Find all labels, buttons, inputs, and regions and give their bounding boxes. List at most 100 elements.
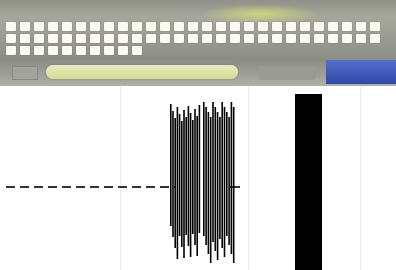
- toolbar-key[interactable]: [160, 34, 170, 43]
- toolbar-key[interactable]: [342, 22, 352, 31]
- waveform-stroke: [187, 106, 190, 246]
- waveform-stroke: [212, 102, 214, 242]
- toolbar-key[interactable]: [202, 22, 212, 31]
- toolbar-key[interactable]: [20, 46, 30, 55]
- toolbar-key[interactable]: [370, 22, 380, 31]
- toolbar-key[interactable]: [174, 22, 184, 31]
- waveform-stroke: [223, 107, 226, 257]
- toolbar-key[interactable]: [188, 34, 198, 43]
- waveform-stroke: [230, 102, 233, 254]
- waveform-stroke: [221, 102, 223, 248]
- toolbar-key[interactable]: [34, 34, 44, 43]
- tab-active[interactable]: [326, 60, 396, 84]
- toolbar-key[interactable]: [314, 34, 324, 43]
- toolbar-key[interactable]: [132, 22, 142, 31]
- toolbar-key[interactable]: [146, 34, 156, 43]
- waveform-stroke: [207, 112, 210, 254]
- toolbar-key[interactable]: [300, 34, 310, 43]
- waveform-stroke: [189, 113, 192, 257]
- toolbar-key[interactable]: [202, 34, 212, 43]
- toolbar-key[interactable]: [62, 46, 72, 55]
- waveform-stroke: [181, 121, 183, 247]
- toolbar-key[interactable]: [230, 34, 240, 43]
- tab-highlighted[interactable]: [46, 65, 238, 79]
- key-strip: [6, 22, 390, 55]
- waveform-solid-bar: [295, 94, 322, 270]
- toolbar-key[interactable]: [286, 22, 296, 31]
- toolbar-key[interactable]: [244, 22, 254, 31]
- toolbar-key[interactable]: [48, 46, 58, 55]
- toolbar-key[interactable]: [104, 34, 114, 43]
- waveform-stroke: [226, 112, 228, 236]
- toolbar: [0, 0, 396, 58]
- toolbar-key[interactable]: [20, 34, 30, 43]
- toolbar-key[interactable]: [258, 34, 268, 43]
- toolbar-key[interactable]: [76, 22, 86, 31]
- waveform-stroke: [174, 118, 176, 248]
- toolbar-key[interactable]: [118, 22, 128, 31]
- waveform-stroke: [172, 111, 174, 237]
- toolbar-key[interactable]: [76, 46, 86, 55]
- toolbar-key[interactable]: [300, 22, 310, 31]
- toolbar-key[interactable]: [132, 46, 142, 55]
- waveform-stroke: [170, 104, 172, 226]
- toolbar-key[interactable]: [90, 22, 100, 31]
- waveform-stroke: [183, 110, 185, 258]
- waveform-stroke: [196, 116, 198, 256]
- toolbar-key[interactable]: [62, 34, 72, 43]
- toolbar-key[interactable]: [76, 34, 86, 43]
- toolbar-key[interactable]: [48, 34, 58, 43]
- toolbar-key[interactable]: [286, 34, 296, 43]
- toolbar-key[interactable]: [6, 34, 16, 43]
- waveform-stroke: [178, 114, 181, 236]
- toolbar-key[interactable]: [272, 22, 282, 31]
- toolbar-key[interactable]: [314, 22, 324, 31]
- waveform-stroke: [192, 120, 194, 234]
- waveform-stroke: [228, 117, 230, 245]
- tab-inactive[interactable]: [258, 66, 316, 80]
- waveform-stroke: [176, 107, 179, 259]
- toolbar-key[interactable]: [188, 22, 198, 31]
- toolbar-key[interactable]: [118, 34, 128, 43]
- toolbar-key[interactable]: [356, 22, 366, 31]
- toolbar-key[interactable]: [34, 22, 44, 31]
- toolbar-key[interactable]: [20, 22, 30, 31]
- waveform-canvas[interactable]: [0, 86, 396, 270]
- toolbar-key[interactable]: [370, 34, 380, 43]
- toolbar-key[interactable]: [342, 34, 352, 43]
- toolbar-key[interactable]: [118, 46, 128, 55]
- toolbar-key[interactable]: [244, 34, 254, 43]
- toolbar-key[interactable]: [104, 22, 114, 31]
- toolbar-key[interactable]: [48, 22, 58, 31]
- toolbar-key[interactable]: [62, 22, 72, 31]
- toolbar-key[interactable]: [216, 34, 226, 43]
- waveform-stroke: [203, 102, 205, 236]
- toolbar-key[interactable]: [160, 22, 170, 31]
- waveform-stroke: [232, 107, 235, 263]
- toolbar-key[interactable]: [104, 46, 114, 55]
- toolbar-key[interactable]: [146, 22, 156, 31]
- toolbar-key[interactable]: [328, 34, 338, 43]
- toolbar-key[interactable]: [258, 22, 268, 31]
- menu-icon[interactable]: [12, 66, 38, 80]
- waveform: [170, 94, 322, 270]
- waveform-stroke: [205, 107, 207, 245]
- toolbar-key[interactable]: [6, 46, 16, 55]
- toolbar-key[interactable]: [90, 46, 100, 55]
- toolbar-key[interactable]: [328, 22, 338, 31]
- toolbar-key[interactable]: [6, 22, 16, 31]
- toolbar-key[interactable]: [272, 34, 282, 43]
- toolbar-key[interactable]: [132, 34, 142, 43]
- toolbar-key[interactable]: [90, 34, 100, 43]
- toolbar-key[interactable]: [34, 46, 44, 55]
- toolbar-key[interactable]: [230, 22, 240, 31]
- toolbar-key[interactable]: [356, 34, 366, 43]
- tab-row: [0, 58, 396, 86]
- toolbar-key[interactable]: [174, 34, 184, 43]
- waveform-stroke: [214, 107, 217, 251]
- toolbar-key[interactable]: [216, 22, 226, 31]
- waveform-stroke: [194, 109, 196, 245]
- waveform-stroke: [198, 105, 201, 233]
- waveform-stroke: [185, 117, 187, 235]
- waveform-stroke: [219, 117, 221, 239]
